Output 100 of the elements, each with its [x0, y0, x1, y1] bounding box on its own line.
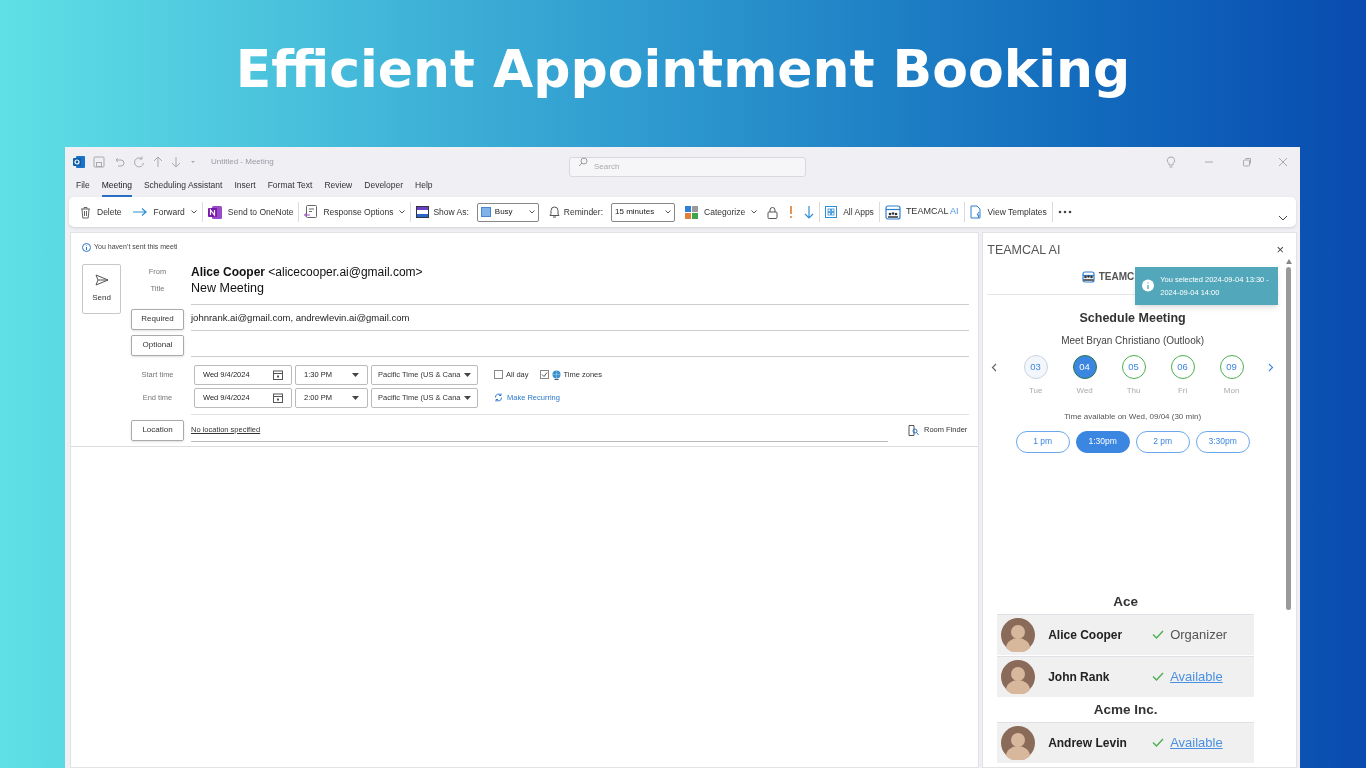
location-button[interactable]: Location: [131, 419, 184, 441]
down-arrow-icon: [171, 156, 181, 168]
teamcal-button[interactable]: TEAMCAL AI: [884, 204, 959, 220]
field-label: Reminder:: [563, 205, 604, 219]
time-slot-button[interactable]: 2 pm: [1135, 430, 1190, 453]
avatar-icon: [1001, 659, 1036, 694]
weekday-label: Mon: [1223, 384, 1240, 397]
window-title: Untitled - Meeting: [211, 156, 275, 168]
previous-icon[interactable]: [991, 362, 998, 372]
check-icon: [1152, 630, 1165, 640]
people-calendar-icon: [884, 204, 901, 220]
weekday-label: Wed: [1076, 384, 1093, 397]
member-name: Andrew Levin: [1048, 734, 1128, 752]
panel-heading: Schedule Meeting: [1079, 310, 1186, 327]
document-bolt-icon: [969, 205, 982, 219]
dropdown-field[interactable]: Busy: [476, 202, 539, 222]
undo-icon: [113, 156, 125, 168]
people-calendar-icon: [1081, 270, 1095, 283]
redo-icon: [133, 156, 145, 168]
down-arrow-icon[interactable]: [804, 205, 815, 219]
right-arrow-icon: [131, 207, 148, 217]
restore-icon[interactable]: [1242, 157, 1252, 167]
caret-icon: [399, 210, 406, 214]
calendar-bar-icon: [416, 206, 430, 218]
weekday-label: Thu: [1126, 384, 1141, 397]
avatar-icon: [1001, 725, 1036, 760]
up-arrow-icon: [153, 156, 163, 168]
recipients-field[interactable]: johnrank.ai@gmail.com, andrewlevin.ai@gmail.com: [191, 307, 969, 331]
ribbon-button[interactable]: Send to OneNote: [207, 205, 294, 219]
caret-icon: [751, 210, 758, 214]
close-icon[interactable]: [1278, 157, 1288, 167]
dropdown-field[interactable]: 15 minutes: [611, 202, 676, 222]
ribbon-button[interactable]: All Apps: [825, 205, 874, 219]
menu-tab[interactable]: Developer: [364, 179, 403, 197]
ribbon-button[interactable]: View Templates: [969, 205, 1047, 219]
avatar-icon: [1001, 617, 1036, 652]
lightbulb-icon[interactable]: [1166, 156, 1176, 168]
bell-icon: [548, 206, 560, 218]
apps-grid-icon: [825, 206, 838, 218]
optional-button[interactable]: Optional: [131, 334, 184, 356]
menu-tab[interactable]: Review: [324, 179, 353, 197]
color-grid-icon: [685, 205, 699, 219]
weekday-label: Tue: [1028, 384, 1043, 397]
caret-icon: [528, 210, 535, 214]
caret-icon: [352, 372, 359, 377]
weekday-label: Fri: [1177, 384, 1188, 397]
more-icon[interactable]: [1057, 210, 1072, 214]
send-icon: [94, 274, 109, 286]
ribbon-menu-button[interactable]: Response Options: [304, 205, 406, 219]
send-button[interactable]: Send: [82, 264, 121, 314]
ribbon-menu-button[interactable]: Forward: [131, 205, 197, 219]
time-slot-button[interactable]: 1 pm: [1015, 430, 1070, 453]
menu-tab[interactable]: Scheduling Assistant: [143, 179, 223, 197]
info-icon: [82, 242, 91, 252]
onenote-icon: [207, 205, 222, 219]
menu-tab[interactable]: Help: [415, 179, 433, 197]
calendar-icon: [273, 392, 283, 403]
scroll-up-icon[interactable]: [1285, 259, 1292, 264]
time-slot-button[interactable]: 1:30pm: [1075, 430, 1130, 453]
menu-tab[interactable]: File: [76, 179, 90, 197]
trash-icon: [80, 205, 91, 219]
checkbox[interactable]: [539, 370, 549, 379]
group-name: Ace: [1112, 592, 1139, 610]
lock-icon[interactable]: [767, 205, 779, 219]
group-name: Acme Inc.: [1092, 700, 1159, 718]
caret-icon: [190, 210, 197, 214]
page-heading: Efficient Appointment Booking: [235, 37, 1131, 101]
panel-subtitle: Meet Bryan Christiano (Outlook): [1061, 333, 1205, 348]
search-field[interactable]: Search: [569, 156, 806, 177]
ribbon-button[interactable]: Delete: [80, 205, 122, 219]
menu-tab[interactable]: Format Text: [267, 179, 313, 197]
next-icon[interactable]: [1268, 362, 1275, 372]
title-value: New Meeting: [191, 280, 264, 298]
ribbon-menu-button[interactable]: Categorize: [685, 205, 758, 219]
globe-icon: [551, 369, 561, 380]
scrollbar-thumb[interactable]: [1286, 267, 1291, 610]
save-icon: [93, 156, 105, 168]
outlook-logo-icon: [73, 156, 85, 168]
caret-icon: [352, 395, 359, 400]
from-value: Alice Cooper <alicecooper.ai@gmail.com>: [191, 263, 423, 281]
time-slot-button[interactable]: 3:30pm: [1195, 430, 1250, 453]
caret-icon: [464, 372, 471, 377]
info-bubble-icon: [1141, 279, 1156, 293]
close-button[interactable]: ×: [1276, 240, 1284, 260]
caret-icon: [464, 395, 471, 400]
calendar-icon: [273, 369, 283, 380]
exclamation-icon[interactable]: [788, 205, 795, 219]
room-finder-icon: [908, 424, 919, 436]
brand-name: TEAMC: [1098, 270, 1135, 284]
availability-text: Time available on Wed, 09/04 (30 min): [1064, 410, 1202, 423]
collapse-caret-icon[interactable]: [1278, 215, 1288, 221]
panel-title: TEAMCAL AI: [987, 241, 1061, 259]
member-name: John Rank: [1048, 668, 1111, 686]
menu-tab[interactable]: Insert: [234, 179, 256, 197]
caret-icon: [665, 210, 672, 214]
checkbox[interactable]: [494, 370, 503, 379]
member-name: Alice Cooper: [1048, 626, 1124, 644]
check-icon: [1152, 672, 1165, 682]
required-button[interactable]: Required: [131, 308, 184, 330]
recurring-icon: [494, 393, 503, 402]
